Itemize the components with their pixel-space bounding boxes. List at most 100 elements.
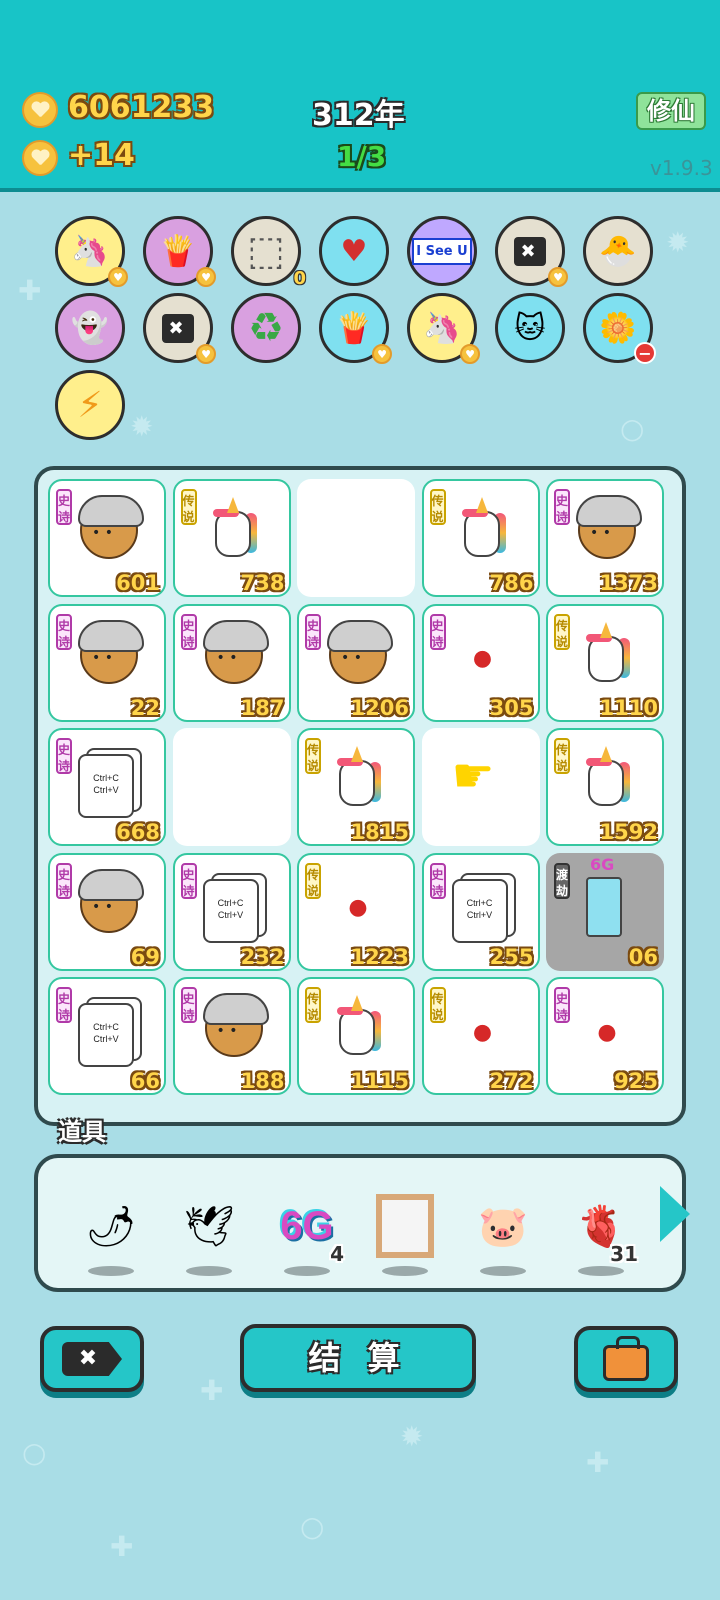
item-shadow (88, 1266, 134, 1276)
backpack-button[interactable] (574, 1326, 678, 1392)
ctrl-c-ctrl-v-card-icon: Ctrl+C Ctrl+V (78, 754, 134, 818)
item-slot[interactable]: 6G 4 (270, 1186, 344, 1276)
buff-slot[interactable]: ⬚ 0 (231, 216, 306, 289)
rarity-badge: 史诗 (429, 613, 446, 650)
board-tile[interactable]: 史诗 69 (48, 852, 166, 971)
board-tile[interactable]: 史诗 188 (172, 977, 291, 1095)
board-tile[interactable]: 史诗 187 (172, 603, 291, 722)
ghost-icon: 👻 (71, 310, 109, 346)
buff-slot[interactable]: 🦄 ♥ (407, 293, 480, 364)
tile-value: 22 (130, 695, 160, 720)
coin-income: +14 (68, 138, 135, 173)
buff-slot[interactable]: ✖ ♥ (495, 216, 568, 287)
ctrl-v-text: Ctrl+V (93, 1034, 119, 1044)
unicorn-icon: 🦄 (71, 233, 109, 269)
chili-pepper-icon: 🌶 (85, 1203, 137, 1250)
heart-coin-icon: ♥ (548, 267, 568, 287)
tile-value: 187 (240, 695, 285, 720)
buff-slot[interactable]: ♻ (231, 293, 301, 363)
buff-slot[interactable]: 👻 (55, 293, 125, 363)
board-tile[interactable]: 史诗 22 (48, 603, 166, 722)
ctrl-c-text: Ctrl+C (93, 1022, 119, 1032)
ad-skip-button[interactable]: ✖ (40, 1326, 144, 1392)
board-tile[interactable]: 史诗 Ctrl+C Ctrl+V 66 (48, 977, 166, 1095)
board-tile[interactable]: 传说 ● 1223 (297, 852, 415, 971)
minus-icon: − (634, 342, 656, 364)
board-tile[interactable]: 传说 786 (421, 479, 540, 597)
board-tile[interactable]: 传说 ● 272 (421, 977, 540, 1095)
board-tile[interactable] (172, 728, 291, 846)
board-tile[interactable]: 传说 1815 (297, 728, 415, 846)
tile-value: 1815 (350, 820, 409, 844)
board-tile[interactable]: 传说 1592 (546, 728, 664, 846)
potted-flower-icon: 🌼 (599, 310, 637, 346)
rarity-badge: 史诗 (429, 862, 446, 899)
heart-coin-icon: ♥ (460, 344, 480, 364)
ctrl-c-text: Ctrl+C (466, 897, 493, 908)
silver-hair-chick-icon (327, 619, 393, 684)
board-tile[interactable]: 史诗 1206 (297, 603, 415, 722)
board-tile[interactable]: 史诗 Ctrl+C Ctrl+V 255 (421, 852, 540, 971)
tile-value: 272 (489, 1069, 534, 1093)
board-tile[interactable]: 传说 1110 (546, 603, 664, 722)
top-bar: 6061233 +14 312年 1/3 修仙 v1.9.3 (0, 0, 720, 192)
buff-slot[interactable]: 🍟 ♥ (143, 216, 216, 287)
buff-slot[interactable]: 🍟 ♥ (319, 293, 392, 364)
buff-slot[interactable]: ⚡ (55, 370, 125, 440)
tile-value: 1110 (599, 695, 658, 720)
item-slot[interactable]: 🫀 31 (564, 1186, 638, 1276)
board-tile[interactable]: 史诗 Ctrl+C Ctrl+V 668 (48, 728, 166, 846)
item-shadow (480, 1266, 526, 1276)
rarity-badge: 传说 (429, 987, 446, 1023)
board-tile[interactable]: 史诗 Ctrl+C Ctrl+V 232 (172, 852, 291, 971)
item-shadow (382, 1266, 428, 1276)
buff-slot[interactable]: 🐱 (495, 293, 565, 363)
item-slot[interactable]: 🌶 (74, 1186, 148, 1276)
board-tile[interactable]: 传说 1115 (297, 977, 415, 1095)
board-tile[interactable] (297, 479, 415, 597)
buff-slot[interactable]: ♥ (319, 216, 389, 286)
items-next-arrow-icon[interactable] (660, 1186, 690, 1242)
unicorn-icon (333, 746, 383, 810)
items-panel: 🌶 🕊 6G 4 🐷 🫀 31 (34, 1154, 686, 1292)
item-quantity: 4 (330, 1242, 344, 1266)
coin-icon (22, 140, 58, 176)
unicorn-icon (582, 621, 632, 686)
board-tile[interactable]: ☛ (421, 728, 540, 846)
board-tile[interactable]: 渡劫 6G 06 (546, 852, 664, 971)
board-tile[interactable]: 史诗 1373 (546, 479, 664, 597)
tile-value: 06 (628, 944, 658, 969)
buff-slot[interactable]: I See U (407, 216, 477, 286)
tile-value: 1592 (599, 820, 658, 844)
buff-slot[interactable]: 🐣 (583, 216, 653, 286)
white-bird-icon: 🕊 (183, 1203, 235, 1250)
board-tile[interactable]: 史诗 ● 925 (546, 977, 664, 1095)
heart-coin-icon: ♥ (108, 267, 128, 287)
background-pattern: ✚ (586, 1446, 610, 1479)
tile-value: 786 (489, 571, 534, 595)
buff-slot[interactable]: ✖ ♥ (143, 293, 216, 364)
rarity-badge: 史诗 (180, 987, 197, 1023)
item-slot[interactable] (368, 1186, 442, 1276)
tile-value: 69 (130, 944, 160, 969)
tile-value: 601 (116, 571, 160, 595)
item-slot[interactable]: 🕊 (172, 1186, 246, 1276)
background-pattern: ○ (620, 412, 645, 445)
tile-value: 1206 (350, 695, 409, 720)
cultivate-button[interactable]: 修仙 (636, 92, 706, 130)
heart-coin-icon: ♥ (196, 267, 216, 287)
ctrl-c-ctrl-v-card-icon: Ctrl+C Ctrl+V (78, 1003, 134, 1067)
fridge-6g-label: 6G (590, 854, 615, 874)
board-tile[interactable]: 史诗 601 (48, 479, 166, 597)
buff-slot[interactable]: 🦄 ♥ (55, 216, 128, 287)
rarity-badge: 传说 (429, 489, 446, 525)
briefcase-icon (603, 1336, 649, 1381)
tile-value: 925 (614, 1069, 658, 1093)
settle-button[interactable]: 结 算 (240, 1324, 476, 1392)
buff-slot[interactable]: 🌼 − (583, 293, 656, 364)
rarity-badge: 史诗 (554, 987, 570, 1023)
unicorn-icon: 🦄 (423, 310, 461, 346)
item-slot[interactable]: 🐷 (466, 1186, 540, 1276)
board-tile[interactable]: 传说 738 (172, 479, 291, 597)
board-tile[interactable]: 史诗 ● 305 (421, 603, 540, 722)
